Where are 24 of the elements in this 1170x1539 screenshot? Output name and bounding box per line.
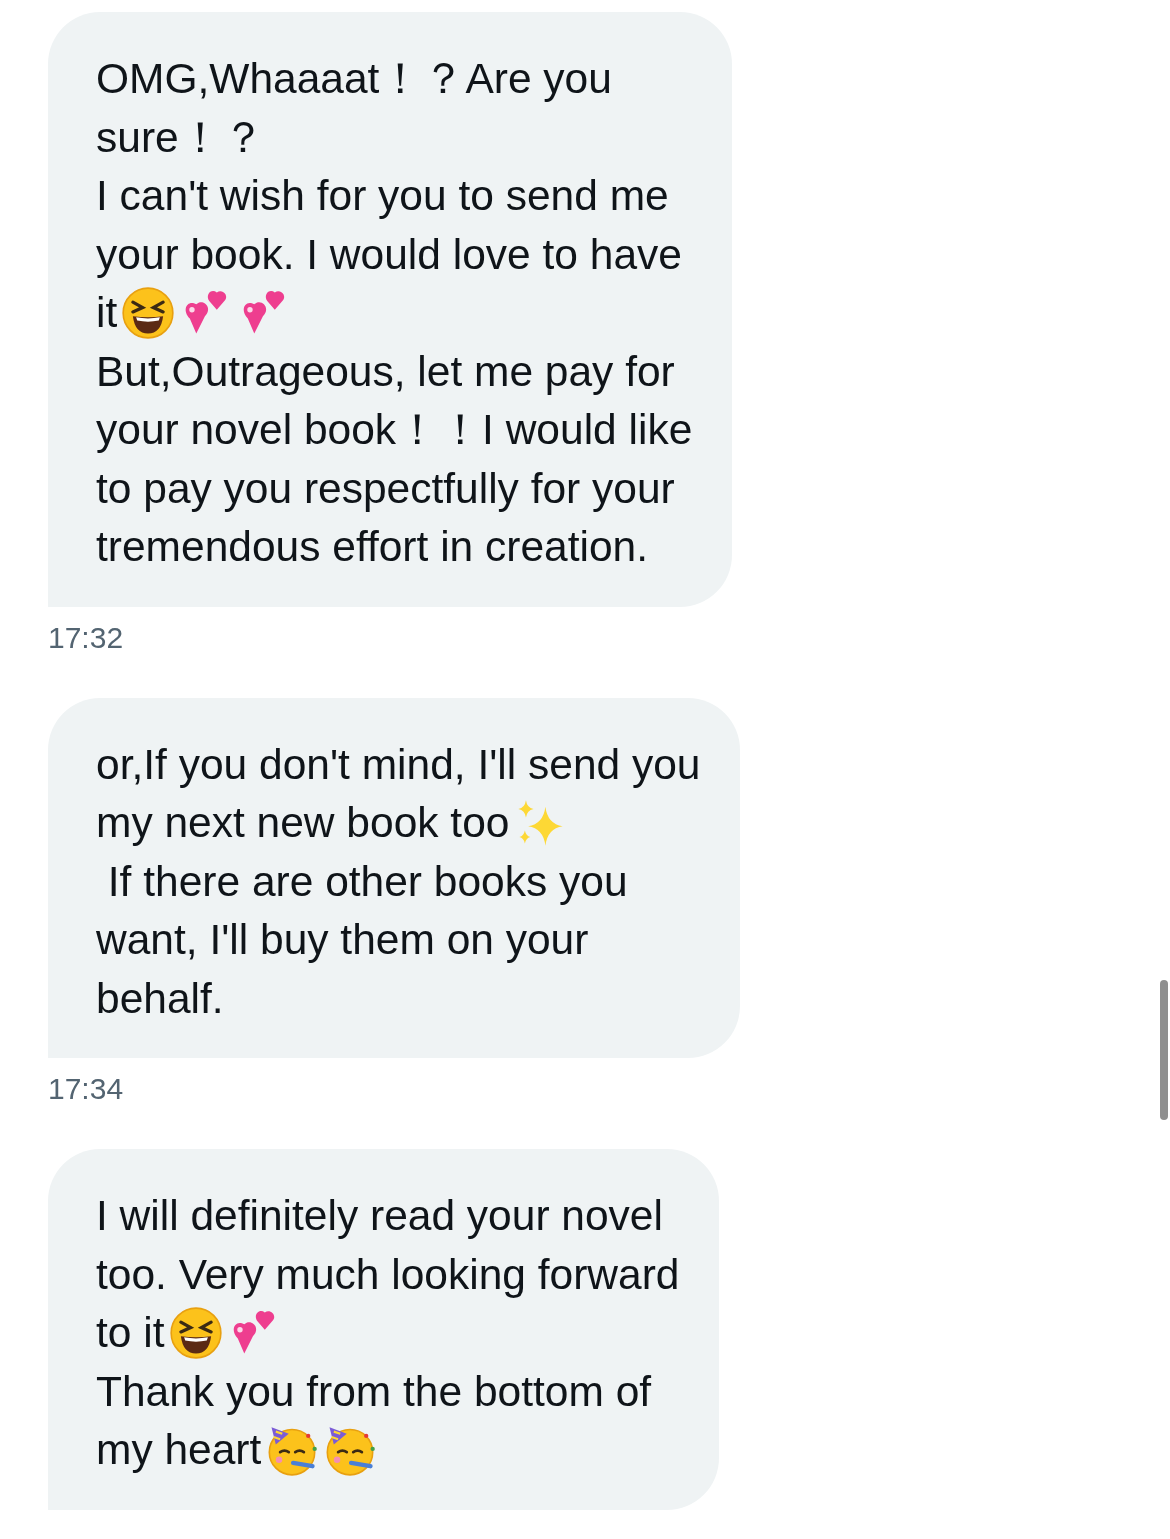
- message-text: I will definitely read your novel: [96, 1191, 663, 1241]
- message-text: want, I'll buy them on your: [96, 915, 589, 965]
- message-text: your book. I would love to have: [96, 229, 682, 280]
- message-text: If there are other books you: [106, 856, 628, 907]
- message-text: my heart: [96, 1425, 262, 1475]
- message-text: I can't wish for you to send me: [96, 171, 669, 221]
- message-time: 17:32: [48, 619, 124, 656]
- scrollbar-thumb[interactable]: [1160, 980, 1168, 1120]
- message-text: sure！？: [96, 112, 265, 163]
- message-text: your novel book！！I would like: [96, 405, 693, 455]
- message-text: it: [96, 288, 118, 338]
- laughing-face-icon: [121, 286, 176, 341]
- message-text: OMG,Whaaaat！？Are you: [96, 54, 612, 104]
- message-text: to it: [96, 1308, 165, 1358]
- message-text: or,If you don't mind, I'll send you: [96, 739, 701, 790]
- laughing-face-icon: [168, 1306, 223, 1361]
- message-text: tremendous effort in creation.: [96, 522, 649, 572]
- message-text: too. Very much looking forward: [96, 1249, 680, 1300]
- message-text: to pay you respectfully for your: [96, 463, 675, 514]
- message-text: behalf.: [96, 973, 224, 1024]
- message-text: my next new book too: [96, 798, 510, 848]
- message-text: Thank you from the bottom of: [96, 1366, 652, 1417]
- message-time: 17:34: [48, 1071, 124, 1107]
- message-text: But,Outrageous, let me pay for: [96, 346, 675, 397]
